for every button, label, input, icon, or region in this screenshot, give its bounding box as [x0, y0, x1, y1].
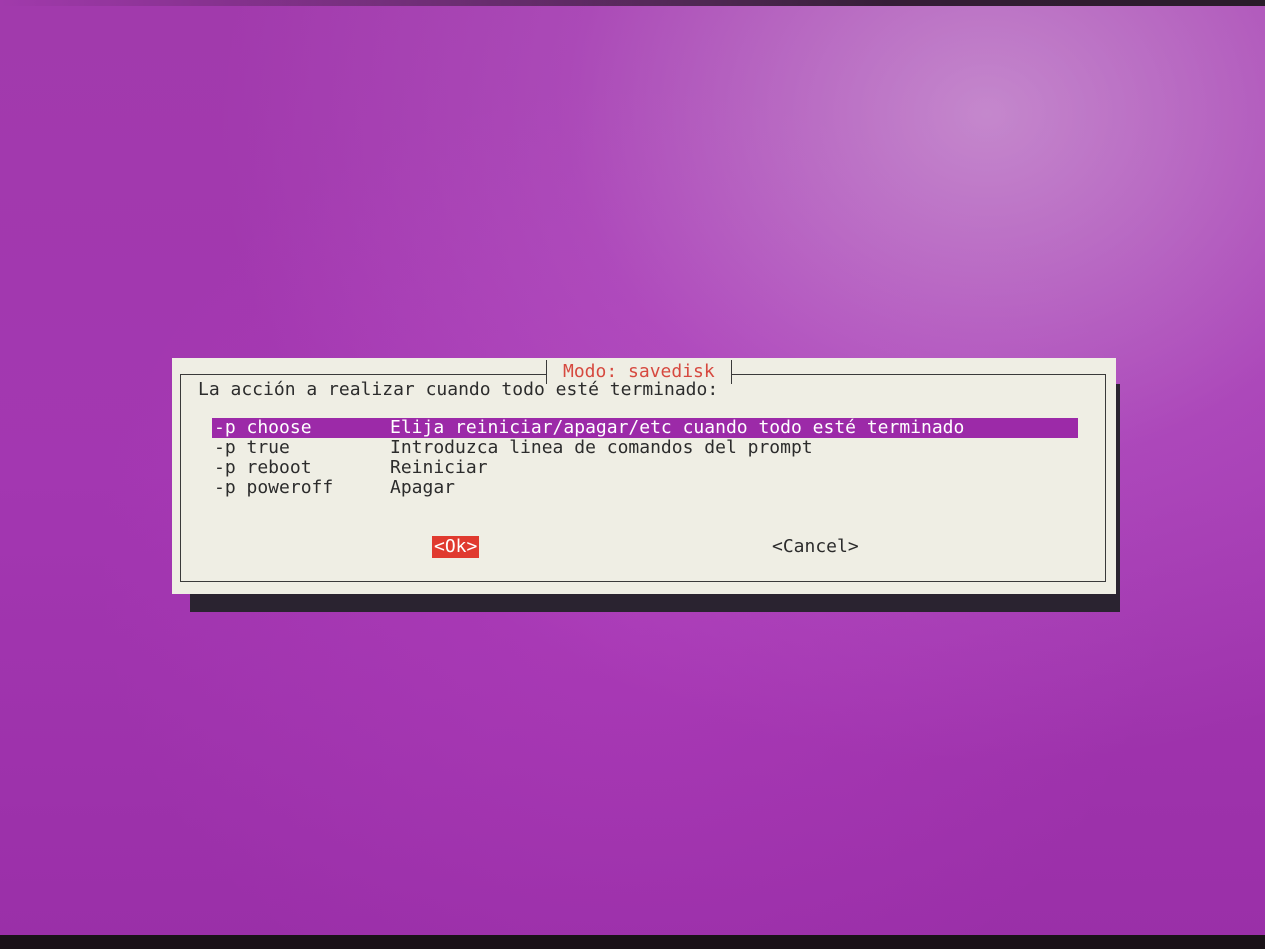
monitor-bottom-edge [0, 935, 1265, 949]
menu-item-tag: -p choose [214, 417, 312, 438]
menu-item-desc: Introduzca linea de comandos del prompt [390, 437, 813, 458]
cancel-button[interactable]: <Cancel> [772, 536, 859, 558]
savedisk-mode-dialog: Modo: savedisk La acción a realizar cuan… [172, 358, 1116, 594]
menu-item-poweroff[interactable]: -p poweroff Apagar [212, 478, 1078, 498]
menu-item-choose[interactable]: -p choose Elija reiniciar/apagar/etc cua… [212, 418, 1078, 438]
menu-item-reboot[interactable]: -p reboot Reiniciar [212, 458, 1078, 478]
menu-item-tag: -p reboot [214, 457, 312, 478]
menu-item-desc: Reiniciar [390, 457, 488, 478]
menu-item-true[interactable]: -p true Introduzca linea de comandos del… [212, 438, 1078, 458]
dialog-prompt: La acción a realizar cuando todo esté te… [198, 379, 719, 400]
action-menu: -p choose Elija reiniciar/apagar/etc cua… [212, 418, 1078, 498]
monitor-top-edge [0, 0, 1265, 6]
menu-item-tag: -p poweroff [214, 477, 334, 498]
ok-button[interactable]: <Ok> [432, 536, 480, 558]
menu-item-desc: Elija reiniciar/apagar/etc cuando todo e… [390, 417, 965, 438]
menu-item-desc: Apagar [390, 477, 456, 498]
menu-item-tag: -p true [214, 437, 290, 458]
console-screen: Modo: savedisk La acción a realizar cuan… [0, 0, 1265, 949]
